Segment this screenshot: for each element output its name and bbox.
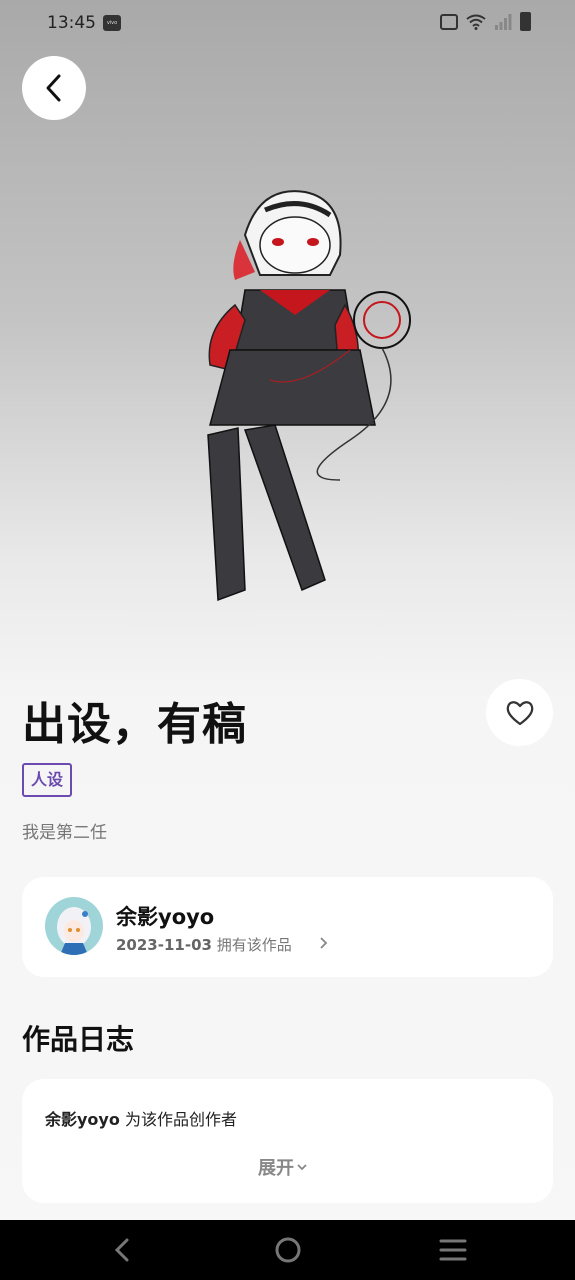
battery-icon xyxy=(520,12,531,31)
nav-menu-button[interactable] xyxy=(437,1234,469,1266)
status-time: 13:45 xyxy=(47,13,96,33)
log-entry-name: 余影yoyo xyxy=(45,1110,120,1129)
back-arrow-icon xyxy=(114,1238,129,1262)
chevron-down-icon xyxy=(297,1164,307,1171)
wifi-icon xyxy=(466,14,486,30)
work-description: 我是第二任 xyxy=(22,823,107,843)
status-bar: 13:45 vivo xyxy=(0,0,575,48)
back-button[interactable] xyxy=(22,56,86,120)
work-title: 出设，有稿 xyxy=(22,699,247,750)
signal-icon xyxy=(495,13,512,30)
menu-icon xyxy=(439,1239,467,1261)
expand-label: 展开 xyxy=(258,1158,294,1179)
chevron-left-icon xyxy=(46,74,61,102)
chevron-right-icon xyxy=(320,937,328,949)
log-entry-text: 为该作品创作者 xyxy=(124,1110,237,1129)
status-icons xyxy=(440,12,531,31)
home-circle-icon xyxy=(275,1237,301,1263)
owner-card[interactable]: 余影yoyo 2023-11-03 拥有该作品 xyxy=(22,877,553,977)
category-tag[interactable]: 人设 xyxy=(22,763,73,797)
vibrate-icon xyxy=(440,13,458,30)
owner-date: 2023-11-03 xyxy=(116,936,212,954)
owner-meta: 2023-11-03 拥有该作品 xyxy=(116,934,292,955)
log-section-title: 作品日志 xyxy=(22,1023,135,1056)
artwork-image xyxy=(207,190,411,602)
nav-back-button[interactable] xyxy=(106,1234,138,1266)
system-nav-bar xyxy=(0,1220,575,1280)
brand-badge: vivo xyxy=(103,15,121,31)
nav-home-button[interactable] xyxy=(272,1234,304,1266)
owner-name: 余影yoyo xyxy=(116,905,215,929)
heart-icon xyxy=(506,700,533,725)
log-entry: 余影yoyo 为该作品创作者 xyxy=(45,1106,237,1130)
log-card: 余影yoyo 为该作品创作者 展开 xyxy=(22,1079,553,1203)
favorite-button[interactable] xyxy=(486,679,553,746)
avatar[interactable] xyxy=(45,897,103,955)
expand-button[interactable]: 展开 xyxy=(258,1154,308,1180)
ownership-text: 拥有该作品 xyxy=(216,936,292,954)
avatar-image xyxy=(45,897,103,955)
